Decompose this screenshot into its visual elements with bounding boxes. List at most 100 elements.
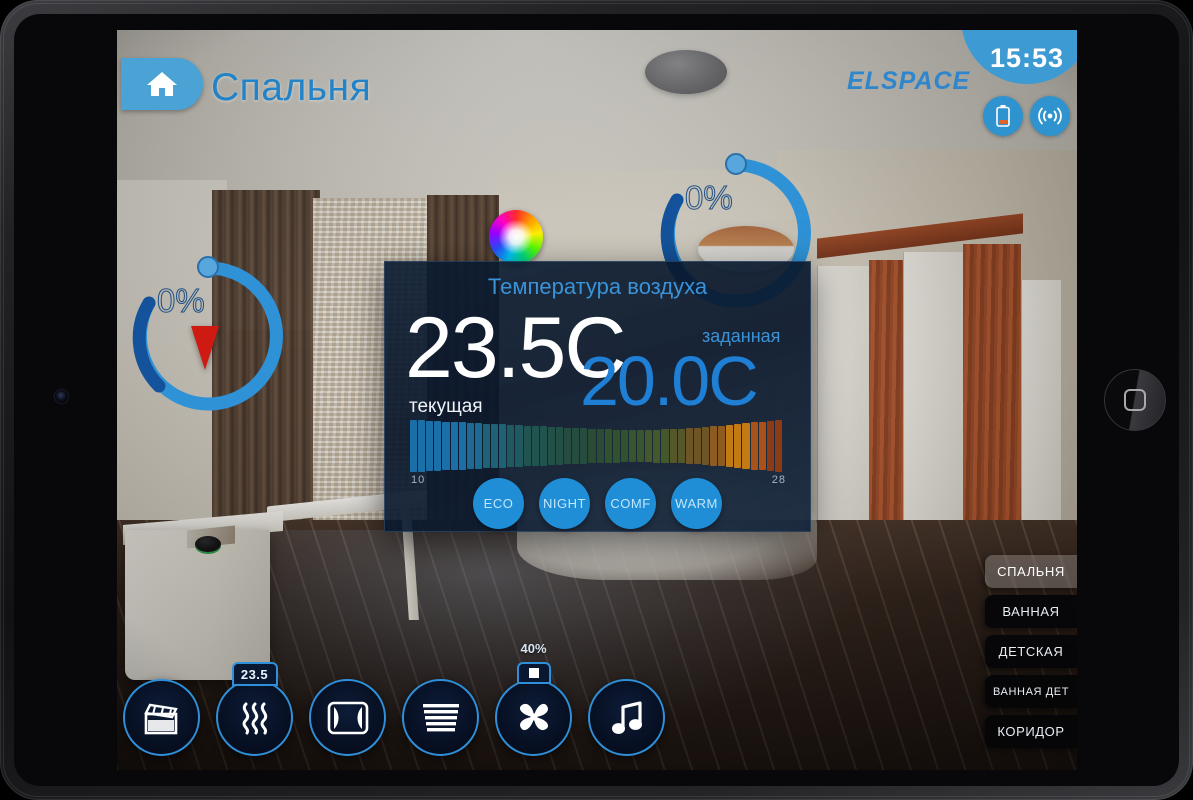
fan-icon — [519, 703, 548, 730]
ventilation-badge — [516, 662, 551, 684]
temperature-bar-segment[interactable] — [596, 429, 604, 463]
function-toolbar: 23.5 40% — [123, 641, 665, 756]
temperature-bar-segment[interactable] — [474, 423, 482, 469]
temperature-bar-segment[interactable] — [620, 429, 628, 463]
mode-comf[interactable]: COMF — [605, 478, 656, 529]
temperature-bar-segment[interactable] — [442, 421, 450, 471]
curtains-button[interactable] — [309, 679, 386, 756]
dimmer-knob[interactable] — [725, 153, 747, 175]
temperature-bar-segment[interactable] — [612, 429, 620, 463]
temperature-bar-segment[interactable] — [628, 429, 637, 463]
temperature-bar-segment[interactable] — [515, 425, 523, 467]
mode-eco[interactable]: ECO — [473, 478, 524, 529]
home-button[interactable] — [121, 58, 203, 110]
heat-waves-icon — [242, 702, 267, 734]
dimmer-value: 0% — [685, 179, 734, 217]
clock-bubble: 15:53 — [961, 30, 1077, 84]
temperature-bar-segment[interactable] — [482, 423, 491, 469]
temperature-bar-segment[interactable] — [410, 420, 418, 472]
temperature-bar-segment[interactable] — [774, 420, 783, 472]
brand-logo: ELSPACE — [847, 67, 971, 95]
temperature-bar-segment[interactable] — [710, 426, 718, 466]
blinds-button[interactable] — [402, 679, 479, 756]
tablet-device: Спальня ELSPACE 15:53 0% 0% Температура … — [0, 0, 1193, 800]
blinds-icon — [422, 703, 459, 731]
dimmer-knob[interactable] — [197, 256, 219, 278]
temperature-bar-segment[interactable] — [426, 420, 434, 472]
temperature-bar-segment[interactable] — [564, 427, 572, 465]
room-item-1[interactable]: ВАННАЯ — [985, 595, 1077, 628]
front-camera-icon — [55, 390, 68, 403]
temperature-bar-segment[interactable] — [450, 422, 458, 470]
floor-lamp-dimmer[interactable]: 0% — [129, 256, 285, 414]
temperature-bar-segment[interactable] — [499, 424, 507, 468]
curtains-icon — [327, 701, 368, 734]
temperature-bar-segment[interactable] — [539, 426, 547, 466]
room-item-3[interactable]: ВАННАЯ ДЕТ — [985, 675, 1077, 708]
clock-text: 15:53 — [989, 43, 1065, 73]
dimmer-value: 0% — [157, 282, 206, 320]
signal-status-button[interactable] — [1030, 96, 1070, 136]
temperature-bar-segment[interactable] — [766, 420, 774, 472]
temperature-gradient-slider[interactable] — [410, 420, 783, 472]
rgb-color-wheel[interactable] — [489, 210, 543, 264]
ventilation-level-label: 40% — [520, 641, 547, 656]
temperature-bar-segment[interactable] — [645, 429, 653, 463]
temperature-bar-segment[interactable] — [669, 429, 677, 463]
home-button-glyph — [1124, 389, 1146, 411]
temperature-bar-segment[interactable] — [507, 424, 515, 468]
mode-warm[interactable]: WARM — [671, 478, 722, 529]
temperature-bar-segment[interactable] — [637, 429, 645, 463]
temperature-bar-segment[interactable] — [726, 424, 734, 468]
heating-badge: 23.5 — [231, 662, 278, 686]
signal-icon — [1038, 107, 1062, 125]
room-item-0[interactable]: СПАЛЬНЯ — [985, 555, 1077, 588]
temperature-bar-segment[interactable] — [555, 427, 564, 465]
temperature-bar-segment[interactable] — [523, 425, 531, 467]
music-note-icon — [611, 700, 642, 734]
room-item-4[interactable]: КОРИДОР — [985, 715, 1077, 748]
temperature-bar-segment[interactable] — [491, 424, 499, 468]
heating-button[interactable]: 23.5 — [216, 662, 293, 756]
lamp-indicator — [191, 326, 219, 370]
app-screen: Спальня ELSPACE 15:53 0% 0% Температура … — [117, 30, 1077, 770]
current-temperature-label: текущая — [409, 396, 483, 417]
temperature-bar-segment[interactable] — [701, 427, 710, 465]
temperature-bar-segment[interactable] — [685, 428, 693, 464]
home-icon — [147, 72, 177, 96]
temperature-bar-segment[interactable] — [434, 421, 442, 471]
temperature-panel-title: Температура воздуха — [487, 274, 708, 299]
set-temperature-value[interactable]: 20.0C — [580, 346, 759, 415]
temperature-bar-segment[interactable] — [718, 425, 726, 467]
temperature-bar-segment[interactable] — [572, 428, 580, 464]
ventilation-button[interactable]: 40% — [495, 641, 572, 756]
temperature-bar-segment[interactable] — [758, 421, 766, 471]
clapperboard-icon — [143, 703, 178, 734]
temperature-bar-segment[interactable] — [734, 424, 742, 468]
temperature-bar-segment[interactable] — [653, 429, 661, 463]
temperature-bar-segment[interactable] — [742, 423, 750, 469]
room-item-2[interactable]: ДЕТСКАЯ — [985, 635, 1077, 668]
temperature-bar-segment[interactable] — [588, 428, 596, 464]
temperature-bar-segment[interactable] — [677, 428, 685, 464]
device-home-button[interactable] — [1104, 369, 1166, 431]
temperature-bar-segment[interactable] — [547, 426, 555, 466]
temperature-bar-segment[interactable] — [418, 420, 426, 472]
media-button[interactable] — [123, 679, 200, 756]
temperature-bar-segment[interactable] — [466, 422, 474, 470]
temperature-bar-segment[interactable] — [580, 428, 588, 464]
battery-icon — [996, 105, 1010, 127]
temperature-bar-segment[interactable] — [604, 429, 612, 463]
audio-button[interactable] — [588, 679, 665, 756]
temperature-bar-segment[interactable] — [531, 426, 539, 466]
mode-button-row: ECO NIGHT COMF WARM — [385, 478, 810, 529]
temperature-bar-segment[interactable] — [661, 429, 669, 463]
temperature-bar-segment[interactable] — [458, 422, 466, 470]
mode-night[interactable]: NIGHT — [539, 478, 590, 529]
room-selector-list: СПАЛЬНЯ ВАННАЯ ДЕТСКАЯ ВАННАЯ ДЕТ КОРИДОР — [985, 555, 1077, 748]
battery-status-button[interactable] — [983, 96, 1023, 136]
temperature-bar-segment[interactable] — [750, 422, 758, 470]
temperature-panel: Температура воздуха 23.5C текущая заданн… — [384, 261, 811, 532]
temperature-bar-segment[interactable] — [693, 428, 701, 464]
page-title: Спальня — [211, 66, 372, 109]
